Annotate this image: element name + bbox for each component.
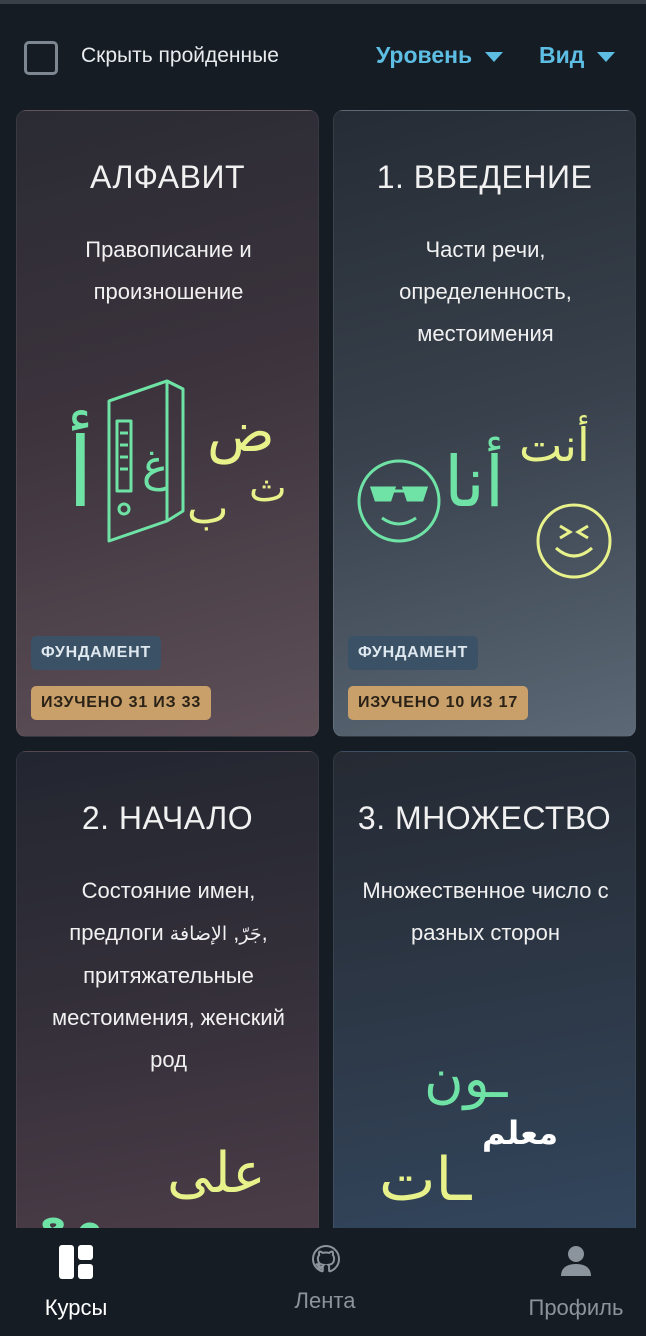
progress-badge: ИЗУЧЕНО 31 ИЗ 33: [31, 686, 212, 720]
preposition-maa: مع: [37, 1184, 105, 1228]
course-card-plural[interactable]: 3. МНОЖЕСТВО Множественное число с разны…: [333, 751, 636, 1228]
nav-courses-label: Курсы: [44, 1295, 108, 1320]
course-title: 3. МНОЖЕСТВО: [357, 800, 612, 836]
user-icon: [561, 1246, 591, 1276]
plural-illustration: ـون معلم ـات: [379, 1047, 558, 1215]
nav-profile[interactable]: Профиль: [516, 1228, 636, 1336]
course-subtitle-arabic-idafa: الإضافة: [169, 923, 228, 945]
caret-down-icon: [485, 51, 504, 62]
course-subtitle-arabic-jarr: جَرّ: [239, 923, 262, 945]
level-dropdown[interactable]: Уровень: [376, 42, 504, 69]
plural-word-muallim: معلم: [482, 1114, 558, 1152]
course-card-alphabet[interactable]: АЛФАВИТ Правописание и произношение أ غ …: [16, 110, 319, 737]
hide-completed-checkbox[interactable]: [24, 41, 58, 75]
nav-courses[interactable]: Курсы: [16, 1228, 136, 1336]
progress-badge: ИЗУЧЕНО 10 ИЗ 17: [348, 686, 529, 720]
view-dropdown-label: Вид: [539, 42, 585, 68]
hide-completed-label[interactable]: Скрыть пройденные: [81, 44, 279, 68]
plural-suffix-un: ـون: [424, 1047, 509, 1110]
github-icon: [311, 1244, 341, 1273]
view-dropdown[interactable]: Вид: [539, 42, 616, 69]
course-grid: АЛФАВИТ Правописание и произношение أ غ …: [16, 110, 636, 1228]
alphabet-letter-ba: ب: [187, 483, 228, 534]
bottom-navigation: Курсы Лента Профиль: [0, 1228, 646, 1336]
plural-suffix-at: ـات: [379, 1145, 473, 1215]
course-title: 1. ВВЕДЕНИЕ: [376, 159, 593, 195]
course-title: АЛФАВИТ: [89, 159, 246, 195]
course-subtitle: Правописание и произношение: [85, 237, 252, 304]
top-edge: [0, 0, 646, 4]
preposition-ala: على: [167, 1141, 266, 1206]
level-badge: ФУНДАМЕНТ: [348, 636, 479, 670]
alphabet-letter-ghayn: غ: [142, 441, 168, 492]
alphabet-illustration: أ غ ض ث ب: [67, 379, 287, 543]
prepositions-illustration: على مع: [37, 1141, 266, 1228]
caret-down-icon: [597, 51, 616, 62]
course-card-beginning[interactable]: 2. НАЧАЛО Состояние имен, предлоги جَرّ,…: [16, 751, 319, 1228]
course-subtitle: Части речи, определенность, местоимения: [399, 237, 572, 346]
course-title: 2. НАЧАЛО: [81, 800, 254, 836]
course-subtitle-part2: притяжательные местоимения, женский род: [52, 963, 285, 1072]
alphabet-letter-tha: ث: [249, 465, 287, 511]
course-subtitle: Множественное число с разных сторон: [362, 878, 609, 945]
pronoun-ana: أنا: [444, 436, 504, 523]
pronoun-anta: أنت: [519, 415, 590, 472]
level-dropdown-label: Уровень: [376, 42, 473, 68]
nav-feed-label: Лента: [294, 1288, 356, 1313]
dashboard-icon: [59, 1245, 93, 1279]
nav-feed[interactable]: Лента: [265, 1228, 385, 1336]
course-card-introduction[interactable]: 1. ВВЕДЕНИЕ Части речи, определенность, …: [333, 110, 636, 737]
nav-profile-label: Профиль: [528, 1295, 624, 1320]
course-subtitle-part1: Состояние имен, предлоги: [69, 878, 256, 945]
level-badge: ФУНДАМЕНТ: [31, 636, 162, 670]
pronouns-illustration: أنا أنت: [357, 415, 612, 579]
course-subtitle: Состояние имен, предлоги جَرّ, الإضافة, …: [52, 878, 285, 1072]
alphabet-letter-dad: ض: [207, 400, 275, 465]
filter-bar: Скрыть пройденные Уровень Вид: [0, 36, 646, 82]
alphabet-letter-alif: أ: [67, 410, 94, 529]
